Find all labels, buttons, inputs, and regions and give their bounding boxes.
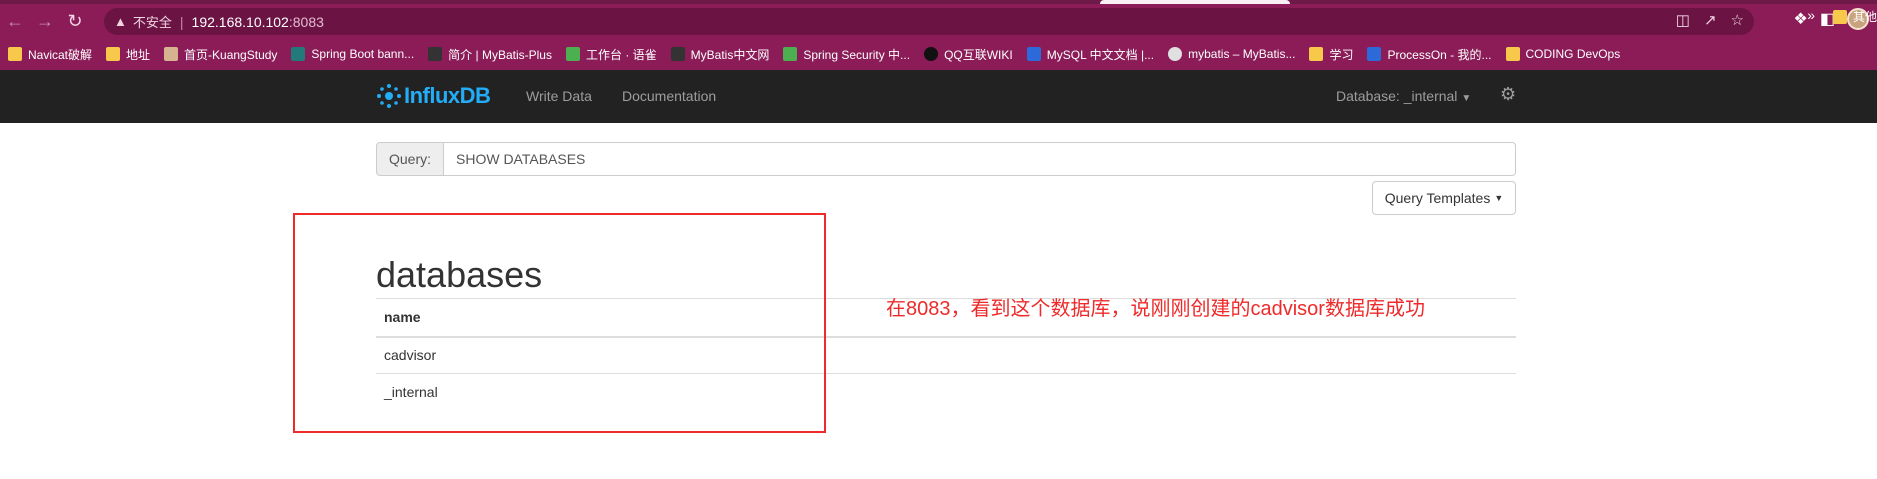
warning-icon: ▲ — [114, 14, 127, 29]
favicon-icon — [164, 47, 179, 61]
bookmarks-bar: Navicat破解 地址 首页-KuangStudy Spring Boot bann… — [0, 38, 1877, 70]
bookmark-item[interactable]: 学习 — [1309, 46, 1353, 63]
bookmark-label: Spring Boot bann... — [311, 47, 415, 61]
bookmark-label: CODING DevOps — [1525, 47, 1621, 61]
influxdb-logo-icon — [377, 84, 401, 108]
gear-icon[interactable]: ⚙ — [1500, 84, 1516, 105]
favicon-icon — [428, 47, 443, 61]
bookmarks-overflow-icon[interactable]: » — [1807, 7, 1815, 23]
query-templates-label: Query Templates — [1384, 190, 1491, 206]
favicon-icon — [1367, 47, 1382, 61]
brand-name: InfluxDB — [404, 83, 491, 108]
bookmark-item[interactable]: MyBatis中文网 — [670, 46, 770, 63]
database-selector-label: Database: _internal — [1336, 88, 1458, 104]
url-port: :8083 — [288, 13, 324, 30]
query-input[interactable] — [444, 142, 1516, 176]
query-templates-button[interactable]: Query Templates ▼ — [1372, 181, 1516, 215]
forward-icon[interactable]: → — [30, 6, 60, 36]
caret-down-icon: ▼ — [1461, 93, 1472, 104]
bookmark-item[interactable]: MySQL 中文文档 |... — [1026, 46, 1155, 63]
bookmark-label: 首页-KuangStudy — [184, 47, 278, 62]
favicon-icon — [1026, 47, 1041, 61]
bookmark-item[interactable]: QQ互联WIKI — [924, 46, 1013, 63]
bookmark-label: MyBatis中文网 — [690, 47, 770, 62]
app-navbar: InfluxDB Write Data Documentation Databa… — [0, 70, 1877, 123]
bookmark-label: QQ互联WIKI — [944, 47, 1013, 62]
query-group: Query: — [376, 142, 1516, 176]
favicon-icon — [565, 47, 580, 61]
bookmark-label: 学习 — [1329, 47, 1354, 62]
folder-icon — [1832, 9, 1847, 24]
query-label: Query: — [376, 142, 444, 176]
bookmark-label: ProcessOn - 我的... — [1387, 47, 1492, 62]
bookmark-item[interactable]: Spring Security 中... — [783, 46, 910, 63]
browser-toolbar: ← → ↻ ▲ 不安全 | 192.168.10.102:8083 ◫ ↗ ☆ … — [0, 4, 1877, 38]
bookmark-label: 简介 | MyBatis-Plus — [448, 47, 552, 62]
nav-write-data[interactable]: Write Data — [526, 88, 592, 104]
annotation-highlight-box — [293, 213, 826, 433]
folder-icon — [1309, 47, 1324, 61]
bookmark-label: Navicat破解 — [28, 47, 93, 62]
bookmark-label: Spring Security 中... — [803, 47, 911, 62]
bookmark-item[interactable]: 工作台 · 语雀 — [565, 46, 657, 63]
share-icon[interactable]: ↗ — [1704, 11, 1717, 29]
reload-icon[interactable]: ↻ — [60, 6, 90, 36]
bookmark-label: 工作台 · 语雀 — [585, 47, 657, 62]
bookmark-item[interactable]: 地址 — [106, 46, 150, 63]
bookmark-item[interactable]: mybatis – MyBatis... — [1168, 47, 1295, 61]
bookmark-item[interactable]: CODING DevOps — [1505, 47, 1621, 61]
nav-documentation[interactable]: Documentation — [622, 88, 716, 104]
bookmark-item[interactable]: 首页-KuangStudy — [164, 46, 277, 63]
bookmark-item[interactable]: ProcessOn - 我的... — [1367, 46, 1492, 63]
bookmark-item[interactable]: Spring Boot bann... — [291, 47, 414, 61]
database-selector[interactable]: Database: _internal ▼ — [1336, 88, 1471, 104]
favicon-icon — [670, 47, 685, 61]
bookmark-label: mybatis – MyBatis... — [1188, 47, 1296, 61]
favicon-icon — [1168, 47, 1183, 61]
folder-icon — [1505, 47, 1520, 61]
bookmark-item[interactable]: Navicat破解 — [8, 46, 92, 63]
brand-logo[interactable]: InfluxDB — [376, 83, 491, 109]
bookmark-item[interactable]: 简介 | MyBatis-Plus — [428, 46, 552, 63]
address-separator: | — [179, 13, 184, 30]
address-bar[interactable]: ▲ 不安全 | 192.168.10.102:8083 ◫ ↗ ☆ — [104, 8, 1754, 35]
bookmark-label: MySQL 中文文档 |... — [1046, 47, 1155, 62]
bookmark-label: 地址 — [126, 47, 151, 62]
extensions-icon[interactable]: ❖ — [1794, 9, 1808, 29]
favicon-icon — [291, 47, 306, 61]
annotation-note: 在8083，看到这个数据库，说刚刚创建的cadvisor数据库成功 — [886, 298, 1425, 320]
bookmark-other-label: 其他 — [1852, 10, 1877, 24]
back-icon[interactable]: ← — [0, 6, 30, 36]
folder-icon — [8, 47, 22, 61]
caret-down-icon: ▼ — [1494, 193, 1504, 203]
favicon-icon — [783, 47, 798, 61]
url-host: 192.168.10.102 — [191, 13, 289, 30]
bookmark-other[interactable]: 其他 — [1832, 8, 1877, 25]
bookmark-star-icon[interactable]: ☆ — [1731, 11, 1744, 29]
folder-icon — [106, 47, 121, 61]
favicon-icon — [924, 47, 939, 61]
translate-icon[interactable]: ◫ — [1676, 11, 1690, 29]
insecure-label: 不安全 — [132, 15, 172, 30]
